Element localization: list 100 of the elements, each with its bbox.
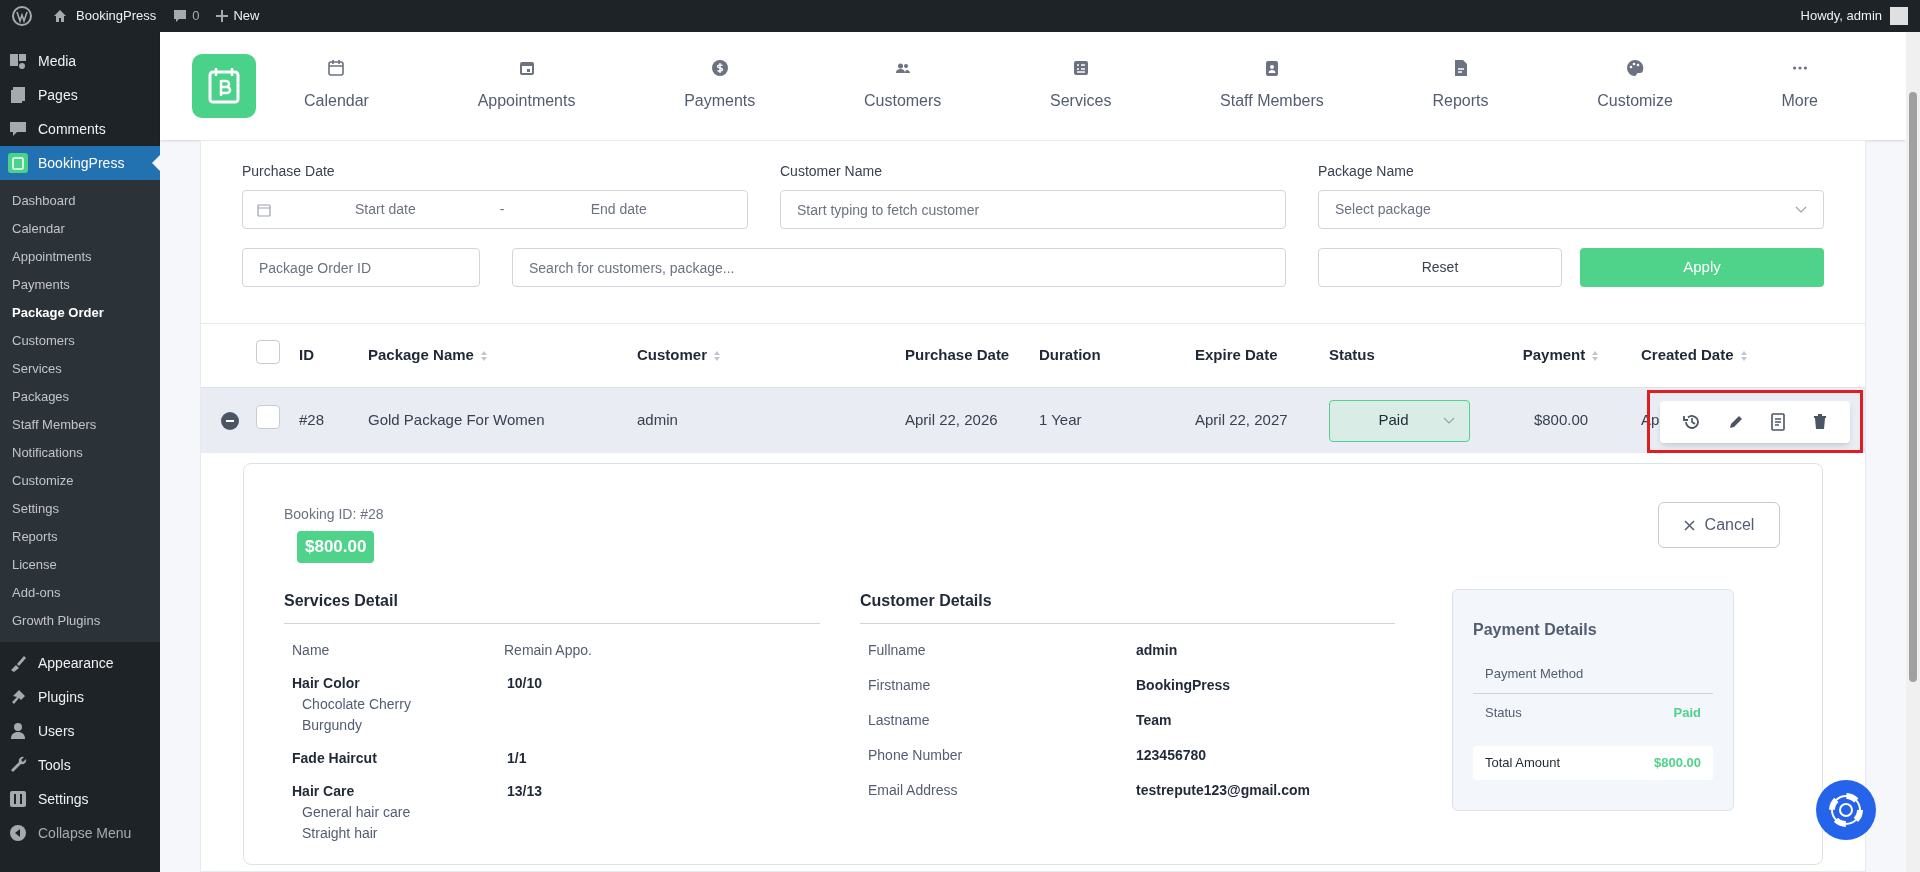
nav-tab[interactable]: Customers xyxy=(856,59,950,113)
search-field[interactable]: Search for customers, package... xyxy=(512,248,1286,287)
receipt-icon[interactable] xyxy=(1770,413,1787,431)
nav-tab[interactable]: Appointments xyxy=(469,59,584,113)
section-heading: Customer Details xyxy=(860,588,1395,624)
trash-icon[interactable] xyxy=(1812,414,1827,430)
submenu-item[interactable]: Dashboard xyxy=(0,187,160,215)
sidebar-item[interactable]: Comments xyxy=(0,112,160,146)
chevron-down-icon xyxy=(1795,205,1807,214)
wordpress-logo-icon[interactable] xyxy=(12,6,32,26)
column-header[interactable]: Payment xyxy=(1522,344,1600,367)
date-range-field[interactable]: Start date - End date xyxy=(242,190,748,229)
scrollbar-thumb[interactable] xyxy=(1909,92,1917,682)
calendar-icon xyxy=(257,202,271,217)
submenu-item[interactable]: Customers xyxy=(0,327,160,355)
nav-tab[interactable]: Reports xyxy=(1424,59,1497,113)
nav-tab[interactable]: Calendar xyxy=(296,59,377,113)
column-header: Duration xyxy=(1039,345,1101,366)
nav-tab[interactable]: Services xyxy=(1042,59,1120,113)
service-option: General hair care xyxy=(292,801,504,823)
table-cell-text: $800.00 xyxy=(1532,410,1590,431)
submenu-item[interactable]: Customize xyxy=(0,467,160,495)
status-select[interactable]: Paid xyxy=(1329,399,1470,442)
submenu-item[interactable]: Packages xyxy=(0,383,160,411)
field-label: Firstname xyxy=(868,675,932,695)
service-name: Fade Haircut xyxy=(292,748,378,768)
greeting-link[interactable]: Howdy, admin xyxy=(1800,6,1882,26)
field-label: Package Name xyxy=(1318,162,1415,181)
sidebar-item[interactable]: BookingPress xyxy=(0,146,160,180)
more-dots-icon xyxy=(1792,66,1807,70)
payment-value: Paid xyxy=(1673,703,1701,722)
column-header[interactable]: Created Date xyxy=(1641,344,1748,367)
calendar-icon xyxy=(327,59,346,77)
sidebar-item[interactable]: Pages xyxy=(0,78,160,112)
checkbox[interactable] xyxy=(256,405,280,430)
column-header: Purchase Date xyxy=(905,345,1010,366)
package-order-id-field[interactable]: Package Order ID xyxy=(242,248,480,287)
nav-tab[interactable]: More xyxy=(1773,59,1826,113)
bookingpress-logo-icon xyxy=(8,153,28,173)
submenu-item[interactable]: Reports xyxy=(0,523,160,551)
checkbox[interactable] xyxy=(256,340,280,365)
field-label: Fullname xyxy=(868,640,927,660)
table-cell-text: April 22, 2027 xyxy=(1195,410,1289,431)
pages-icon xyxy=(8,85,28,105)
column-header[interactable]: Package Name xyxy=(368,344,488,367)
media-icon xyxy=(8,51,28,71)
sidebar-item[interactable]: Appearance xyxy=(0,646,160,680)
service-name: Hair Care xyxy=(292,781,356,801)
user-icon xyxy=(8,721,28,741)
table-cell-text: #28 xyxy=(299,410,326,431)
dollar-coin-icon xyxy=(710,59,729,77)
submenu-item[interactable]: Services xyxy=(0,355,160,383)
package-select[interactable]: Select package xyxy=(1318,190,1824,229)
table-cell-text: admin xyxy=(637,410,679,431)
field-value: admin xyxy=(1136,640,1179,660)
submenu-item[interactable]: Growth Plugins xyxy=(0,607,160,635)
nav-tab[interactable]: Payments xyxy=(676,59,764,113)
submenu-item[interactable]: Payments xyxy=(0,271,160,299)
payment-label: Payment Method xyxy=(1485,665,1584,684)
sidebar-item[interactable]: Settings xyxy=(0,782,160,816)
cancel-button[interactable]: Cancel xyxy=(1658,502,1780,548)
home-icon xyxy=(52,8,68,24)
submenu-item[interactable]: Appointments xyxy=(0,243,160,271)
avatar-icon xyxy=(1890,7,1908,25)
field-label: Email Address xyxy=(868,780,959,800)
history-icon[interactable] xyxy=(1683,413,1702,431)
column-header: ID xyxy=(299,345,314,366)
close-icon xyxy=(1683,519,1695,531)
nav-tab[interactable]: Staff Members xyxy=(1212,59,1332,113)
sidebar-item[interactable]: Plugins xyxy=(0,680,160,714)
field-label: Phone Number xyxy=(868,745,964,765)
sidebar-item[interactable]: Collapse Menu xyxy=(0,816,160,850)
reset-button[interactable]: Reset xyxy=(1318,248,1562,287)
site-name-link[interactable]: BookingPress xyxy=(76,6,157,26)
submenu-item[interactable]: Notifications xyxy=(0,439,160,467)
submenu-item[interactable]: Staff Members xyxy=(0,411,160,439)
sidebar-item[interactable]: Media xyxy=(0,44,160,78)
comment-icon xyxy=(8,119,28,139)
service-option: Chocolate Cherry xyxy=(292,693,504,715)
edit-pencil-icon[interactable] xyxy=(1727,414,1744,430)
field-value: 123456780 xyxy=(1136,745,1208,765)
sidebar-item[interactable]: Tools xyxy=(0,748,160,782)
chevron-down-icon xyxy=(1443,416,1455,425)
nav-tab[interactable]: Customize xyxy=(1589,59,1681,113)
collapse-row-icon[interactable] xyxy=(221,411,239,430)
life-ring-icon xyxy=(1828,792,1864,828)
submenu-item[interactable]: License xyxy=(0,551,160,579)
booking-id-label: Booking ID: #28 xyxy=(284,505,384,524)
column-header[interactable]: Customer xyxy=(637,344,721,367)
submenu-item[interactable]: Calendar xyxy=(0,215,160,243)
remaining-count: 13/13 xyxy=(506,781,544,801)
sidebar-item[interactable]: Users xyxy=(0,714,160,748)
submenu-item[interactable]: Add-ons xyxy=(0,579,160,607)
submenu-item[interactable]: Settings xyxy=(0,495,160,523)
section-heading: Services Detail xyxy=(284,588,820,624)
submenu-item[interactable]: Package Order xyxy=(0,299,160,327)
comment-count[interactable]: 0 xyxy=(192,6,200,26)
new-link[interactable]: New xyxy=(233,6,260,26)
collapse-icon xyxy=(8,823,28,843)
customer-name-field[interactable]: Start typing to fetch customer xyxy=(780,190,1286,229)
